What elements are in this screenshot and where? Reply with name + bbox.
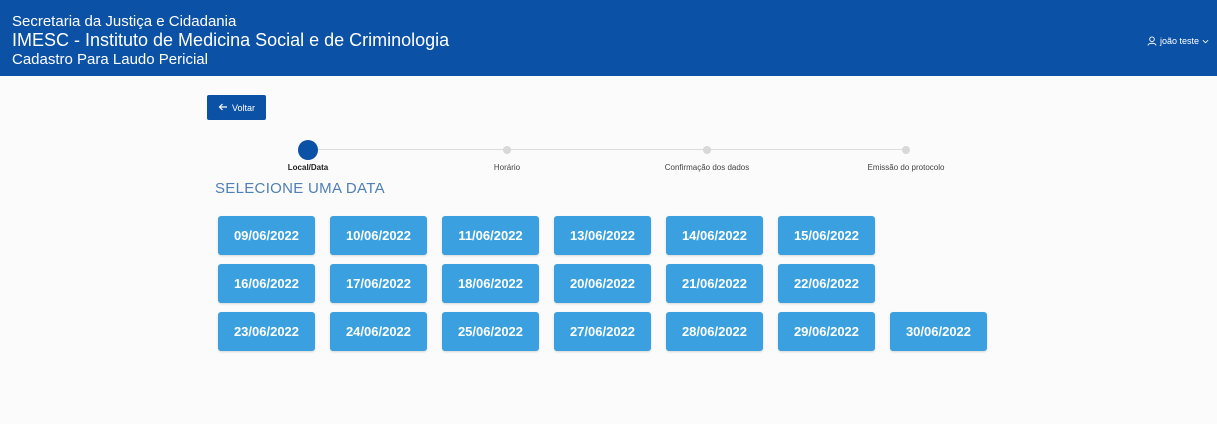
date-button[interactable]: 24/06/2022 [330,312,427,351]
date-button[interactable]: 23/06/2022 [218,312,315,351]
date-button[interactable]: 14/06/2022 [666,216,763,255]
user-icon [1147,36,1157,46]
date-button[interactable]: 30/06/2022 [890,312,987,351]
date-button[interactable]: 27/06/2022 [554,312,651,351]
step-indicator-3 [703,145,711,154]
date-button[interactable]: 20/06/2022 [554,264,651,303]
back-button[interactable]: Voltar [207,95,266,120]
header-institute: IMESC - Instituto de Medicina Social e d… [12,30,450,50]
date-button[interactable]: 10/06/2022 [330,216,427,255]
date-button[interactable]: 09/06/2022 [218,216,315,255]
user-menu[interactable]: joão teste [1147,36,1209,46]
back-button-label: Voltar [231,102,255,113]
date-button[interactable]: 16/06/2022 [218,264,315,303]
step-indicator-1 [298,139,318,160]
step-label-4: Emissão do protocolo [867,163,945,172]
date-button[interactable]: 15/06/2022 [778,216,875,255]
date-button[interactable]: 17/06/2022 [330,264,427,303]
arrow-left-icon [218,103,228,113]
date-button[interactable]: 25/06/2022 [442,312,539,351]
app-header: Secretaria da Justiça e Cidadania IMESC … [0,0,1217,76]
step-indicator-2 [503,145,511,154]
date-button[interactable]: 13/06/2022 [554,216,651,255]
step-label-2: Horário [493,163,521,172]
date-button[interactable]: 28/06/2022 [666,312,763,351]
date-button[interactable]: 21/06/2022 [666,264,763,303]
chevron-down-icon [1202,38,1209,45]
step-label-1: Local/Data [287,163,329,172]
step-indicator-4 [902,145,910,154]
step-label-3: Confirmação dos dados [664,163,750,172]
date-button[interactable]: 11/06/2022 [442,216,539,255]
header-secretaria: Secretaria da Justiça e Cidadania [12,13,237,30]
date-button[interactable]: 18/06/2022 [442,264,539,303]
user-name: joão teste [1159,36,1199,46]
section-title: SELECIONE UMA DATA [215,180,385,197]
date-button[interactable]: 22/06/2022 [778,264,875,303]
date-button[interactable]: 29/06/2022 [778,312,875,351]
header-subtitle: Cadastro Para Laudo Pericial [12,51,208,68]
stepper-track [308,149,906,150]
